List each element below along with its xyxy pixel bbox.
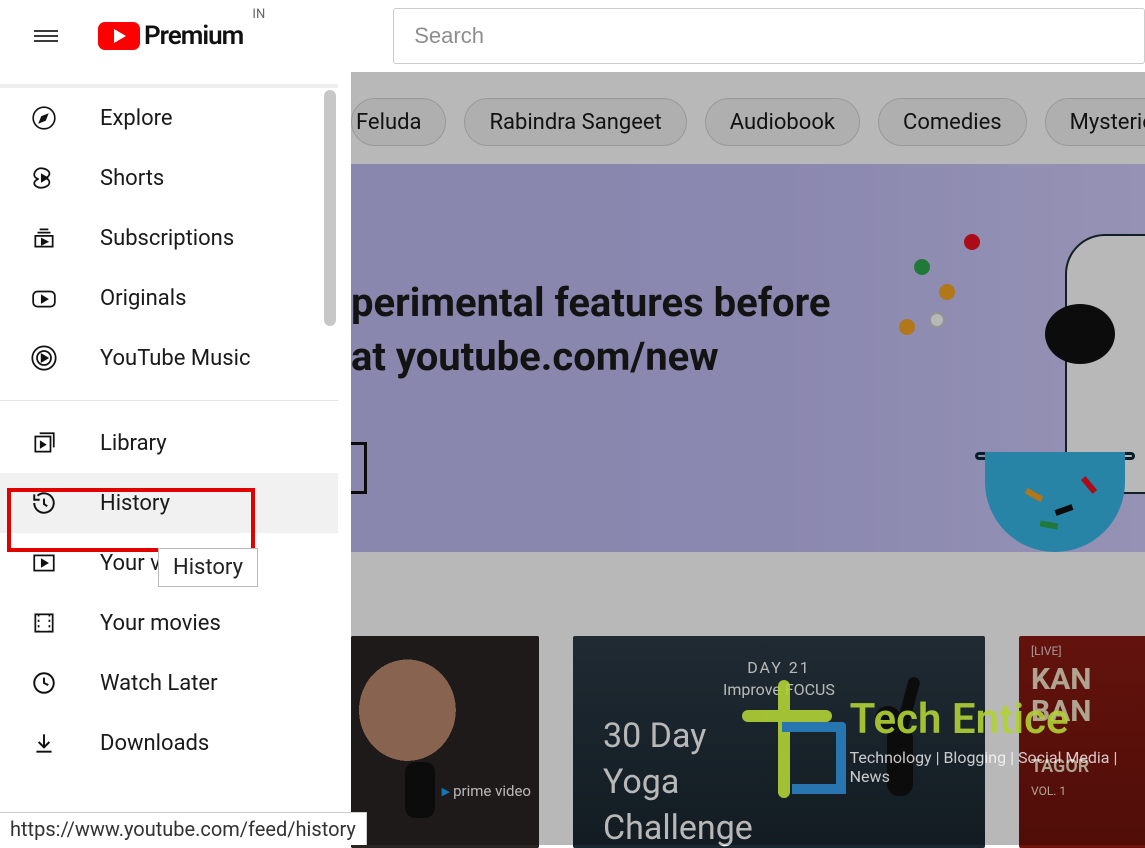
compass-icon (30, 104, 58, 132)
sidebar-item-label: Subscriptions (100, 226, 234, 251)
sidebar-item-watch-later[interactable]: Watch Later (0, 653, 338, 713)
sidebar-item-label: Explore (100, 106, 173, 131)
sidebar-item-label: Your movies (100, 611, 221, 636)
chip-rabindra-sangeet[interactable]: Rabindra Sangeet (464, 98, 686, 146)
sidebar-item-label: History (100, 491, 170, 516)
chip-feluda[interactable]: Feluda (351, 98, 446, 146)
header: Premium IN (0, 0, 1145, 72)
sidebar: Explore Shorts Subscriptions Originals Y… (0, 0, 351, 845)
sidebar-item-shorts[interactable]: Shorts (0, 148, 338, 208)
sidebar-scrollbar[interactable] (324, 90, 336, 326)
sidebar-item-label: Watch Later (100, 671, 218, 696)
hero-banner[interactable]: perimental features before at youtube.co… (351, 164, 1145, 552)
sidebar-item-youtube-music[interactable]: YouTube Music (0, 328, 338, 388)
menu-button[interactable] (22, 12, 70, 60)
hero-cta-button[interactable] (351, 442, 367, 494)
chip-mysteries[interactable]: Mysteries (1045, 98, 1145, 146)
hero-title: perimental features before at youtube.co… (351, 276, 831, 384)
your-videos-icon (30, 549, 58, 577)
history-icon (30, 489, 58, 517)
video-thumbnail-1[interactable]: ▸ prime video (351, 636, 539, 848)
movies-icon (30, 609, 58, 637)
sidebar-item-label: Originals (100, 286, 186, 311)
status-bar-url: https://www.youtube.com/feed/history (0, 812, 367, 845)
filter-chips-row: Feluda Rabindra Sangeet Audiobook Comedi… (351, 98, 1145, 146)
tech-entice-watermark: Tech Entice Technology | Blogging | Soci… (720, 680, 1145, 800)
youtube-premium-logo[interactable]: Premium IN (98, 21, 243, 51)
tech-entice-logo-icon (720, 680, 834, 800)
originals-icon (30, 284, 58, 312)
shorts-icon (30, 164, 58, 192)
sidebar-item-label: Your v (100, 551, 161, 576)
sidebar-item-library[interactable]: Library (0, 413, 338, 473)
sidebar-item-label: YouTube Music (100, 346, 250, 371)
chip-comedies[interactable]: Comedies (878, 98, 1027, 146)
prime-video-label: ▸ prime video (442, 782, 531, 800)
logo-text: Premium (144, 21, 243, 51)
download-icon (30, 729, 58, 757)
chip-audiobook[interactable]: Audiobook (705, 98, 860, 146)
sidebar-item-downloads[interactable]: Downloads (0, 713, 338, 773)
sidebar-item-explore[interactable]: Explore (0, 88, 338, 148)
sidebar-item-label: Library (100, 431, 167, 456)
sidebar-item-history[interactable]: History (0, 473, 338, 533)
clock-icon (30, 669, 58, 697)
hero-illustration (825, 164, 1145, 552)
sidebar-item-label: Downloads (100, 731, 209, 756)
music-icon (30, 344, 58, 372)
library-icon (30, 429, 58, 457)
tooltip: History (158, 548, 258, 587)
country-code: IN (252, 7, 265, 22)
sidebar-item-subscriptions[interactable]: Subscriptions (0, 208, 338, 268)
sidebar-item-your-movies[interactable]: Your movies (0, 593, 338, 653)
sidebar-item-label: Shorts (100, 166, 164, 191)
search-input[interactable] (393, 8, 1145, 64)
subscriptions-icon (30, 224, 58, 252)
youtube-play-icon (98, 22, 140, 50)
sidebar-item-originals[interactable]: Originals (0, 268, 338, 328)
